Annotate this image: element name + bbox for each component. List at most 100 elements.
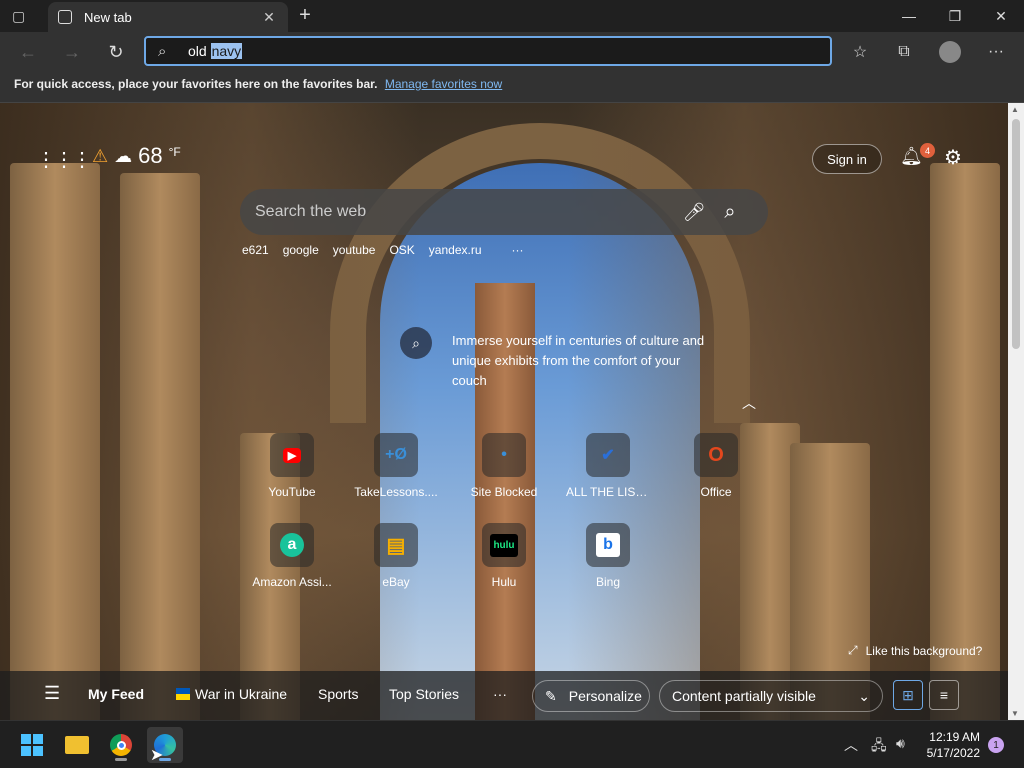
microphone-icon[interactable]: 🎤︎ [678,202,710,223]
ukraine-flag-icon [176,688,190,700]
scroll-down-arrow-icon[interactable]: ▼ [1011,709,1019,718]
grid-view-button[interactable]: ⊞ [893,680,923,710]
menu-hamburger-icon[interactable]: ☰ [44,683,60,704]
browser-titlebar: ▢ New tab ✕ + — ❐ ✕ [0,0,1024,32]
feed-tab-top-stories[interactable]: Top Stories [389,686,459,702]
search-icon: ⌕ [158,42,167,60]
top-site-tile[interactable]: • Site Blocked [460,433,548,499]
mouse-cursor-icon: ➤ [150,747,164,764]
feed-tab-sports[interactable]: Sports [318,686,358,702]
notification-center-badge[interactable]: 1 [988,737,1004,753]
scroll-up-arrow-icon[interactable]: ▲ [1011,105,1019,114]
tile-label: Site Blocked [470,485,538,499]
promo-search-icon[interactable]: ⌕ [400,327,432,359]
collections-icon[interactable]: ⧉ [890,38,918,66]
top-site-tile[interactable]: b Bing [564,523,652,589]
quick-link[interactable]: e621 [242,243,269,257]
personalize-button[interactable]: ✎ Personalize [532,680,650,712]
like-background-button[interactable]: ⤢ Like this background? [848,643,982,658]
settings-more-icon[interactable]: ··· [982,38,1010,66]
windows-logo-icon [21,734,43,756]
background-promo-text[interactable]: Immerse yourself in centuries of culture… [452,331,712,391]
close-tab-icon[interactable]: ✕ [260,9,278,26]
file-explorer-button[interactable] [59,727,95,763]
quick-links: e621 google youtube OSK yandex.ru ··· [242,243,538,257]
chrome-taskbar-button[interactable] [103,727,139,763]
back-button[interactable]: ← [14,38,42,66]
feed-tab-label: War in Ukraine [195,686,288,702]
tile-label: Office [700,485,732,499]
background-column [120,173,200,720]
quick-link[interactable]: yandex.ru [429,243,482,257]
tab-title: New tab [84,9,132,25]
top-site-tile[interactable]: ▤ eBay [352,523,440,589]
weather-unit: °F [168,145,181,159]
close-window-button[interactable]: ✕ [978,0,1024,32]
restore-button[interactable]: ❐ [932,0,978,32]
takelessons-icon: +Ø [374,433,418,477]
list-view-button[interactable]: ≡ [929,680,959,710]
favorites-star-icon[interactable]: ☆ [846,38,874,66]
address-bar[interactable]: ⌕ old navy [144,36,832,66]
top-site-tile[interactable]: ✔ ALL THE LIST... [564,433,652,499]
amazon-assistant-icon: a [270,523,314,567]
tile-label: ALL THE LIST... [566,485,652,499]
notification-count-badge: 4 [920,143,935,158]
content-visibility-dropdown[interactable]: Content partially visible ⌄ [659,680,883,712]
scrollbar-thumb[interactable] [1012,119,1020,349]
pencil-icon: ✎ [545,687,557,704]
tile-label: TakeLessons.... [354,485,438,499]
page-scrollbar[interactable]: ▲ ▼ [1008,103,1024,720]
ebay-bag-icon: ▤ [374,523,418,567]
top-site-tile[interactable]: a Amazon Assi... [248,523,336,589]
bing-icon: b [586,523,630,567]
minimize-button[interactable]: — [886,0,932,32]
volume-icon[interactable]: 🔊︎ [896,735,905,752]
top-site-tile[interactable]: +Ø TakeLessons.... [352,433,440,499]
favorites-bar: For quick access, place your favorites h… [0,72,1024,103]
web-search-box: 🎤︎ ⌕ [240,189,768,235]
tab-new-tab[interactable]: New tab ✕ [48,2,288,32]
feed-tab-my-feed[interactable]: My Feed [88,686,144,702]
youtube-icon: ▶ [270,433,314,477]
clock-date: 5/17/2022 [926,746,980,760]
background-column [930,163,1000,720]
forward-button[interactable]: → [58,38,86,66]
sign-in-button[interactable]: Sign in [812,144,882,174]
quick-link[interactable]: youtube [333,243,376,257]
weather-widget[interactable]: ⚠ ☁ 68 °F [92,143,181,169]
tab-actions-icon[interactable]: ▢ [12,8,36,26]
manage-favorites-link[interactable]: Manage favorites now [385,77,502,91]
start-button[interactable] [14,727,50,763]
new-tab-page: ⋮⋮⋮ ⚠ ☁ 68 °F Sign in 🔔︎ 4 ⚙ 🎤︎ ⌕ e621 g… [0,103,1008,720]
page-settings-gear-icon[interactable]: ⚙ [944,145,962,170]
folder-icon [65,736,89,754]
web-search-input[interactable] [255,203,678,221]
profile-avatar[interactable] [936,38,964,66]
taskbar-clock[interactable]: 12:19 AM 5/17/2022 [922,729,980,761]
tile-label: Hulu [491,575,517,589]
collapse-caret-icon[interactable]: ︿ [742,393,756,413]
refresh-button[interactable]: ↻ [102,38,130,66]
quick-link[interactable]: OSK [389,243,414,257]
content-visibility-value: Content partially visible [672,688,816,704]
quick-links-more-icon[interactable]: ··· [512,243,524,257]
tile-label: eBay [382,575,410,589]
top-site-tile[interactable]: O Office [672,433,760,499]
expand-arrows-icon: ⤢ [848,643,858,657]
quick-link[interactable]: google [283,243,319,257]
weather-alert-icon: ⚠ [92,145,109,166]
new-tab-favicon-icon [58,10,72,24]
new-tab-button[interactable]: + [294,4,316,26]
network-icon[interactable]: 🖧︎ [871,735,887,759]
browser-toolbar: ← → ↻ ⌕ old navy ☆ ⧉ ··· [0,32,1024,72]
feed-more-button[interactable]: ··· [493,686,507,702]
address-typed-text: old [188,43,211,59]
top-site-tile[interactable]: hulu Hulu [460,523,548,589]
top-site-tile[interactable]: ▶ YouTube [248,433,336,499]
apps-launcher-icon[interactable]: ⋮⋮⋮ [36,147,92,172]
search-submit-icon[interactable]: ⌕ [710,201,750,224]
feed-tab-war-in-ukraine[interactable]: War in Ukraine [176,686,287,702]
office-icon: O [694,433,738,477]
show-hidden-icons-chevron-icon[interactable]: ︿ [844,735,858,755]
